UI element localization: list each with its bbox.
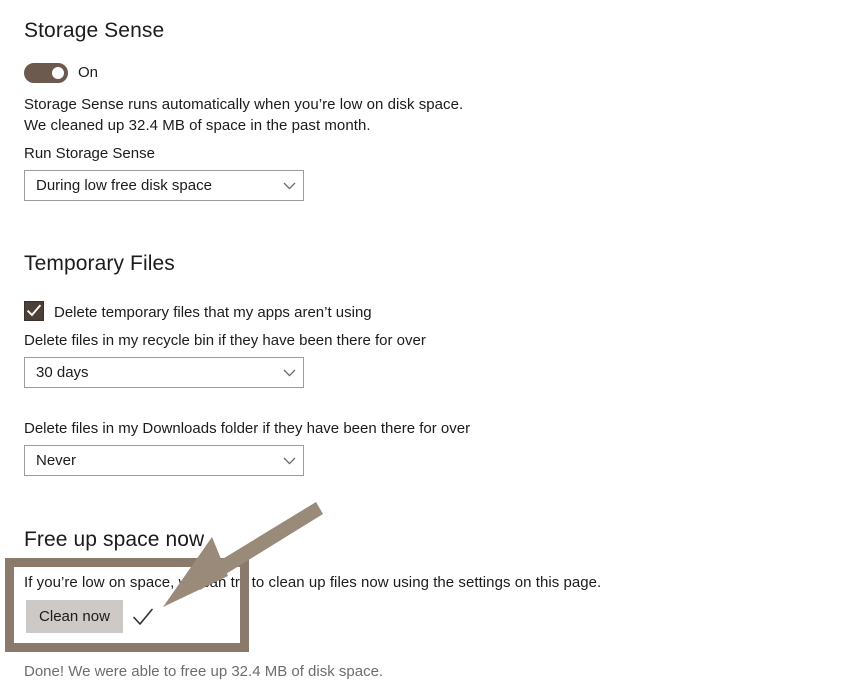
run-storage-sense-dropdown-value: During low free disk space bbox=[36, 177, 212, 194]
free-up-space-description: If you’re low on space, we can try to cl… bbox=[24, 574, 602, 591]
temporary-files-heading: Temporary Files bbox=[24, 252, 175, 275]
storage-sense-toggle[interactable] bbox=[24, 63, 68, 83]
check-icon bbox=[131, 605, 155, 629]
recycle-bin-dropdown[interactable]: 30 days bbox=[24, 357, 304, 388]
run-storage-sense-dropdown[interactable]: During low free disk space bbox=[24, 170, 304, 201]
downloads-folder-dropdown[interactable]: Never bbox=[24, 445, 304, 476]
storage-sense-description-line-2: We cleaned up 32.4 MB of space in the pa… bbox=[24, 117, 371, 134]
downloads-folder-label: Delete files in my Downloads folder if t… bbox=[24, 420, 471, 437]
run-storage-sense-label: Run Storage Sense bbox=[24, 145, 155, 162]
delete-temp-files-checkbox[interactable] bbox=[24, 301, 44, 321]
recycle-bin-label: Delete files in my recycle bin if they h… bbox=[24, 332, 426, 349]
storage-sense-heading: Storage Sense bbox=[24, 19, 165, 42]
recycle-bin-dropdown-value: 30 days bbox=[36, 364, 89, 381]
clean-now-button[interactable]: Clean now bbox=[26, 600, 123, 633]
chevron-down-icon bbox=[275, 457, 303, 465]
storage-sense-toggle-label: On bbox=[78, 64, 99, 81]
annotation-arrow-icon bbox=[163, 502, 323, 607]
delete-temp-files-label: Delete temporary files that my apps aren… bbox=[54, 304, 372, 321]
downloads-folder-dropdown-value: Never bbox=[36, 452, 77, 469]
chevron-down-icon bbox=[275, 182, 303, 190]
settings-storage-page: Storage Sense On Storage Sense runs auto… bbox=[0, 0, 859, 684]
free-up-space-heading: Free up space now bbox=[24, 528, 205, 551]
toggle-knob bbox=[52, 67, 64, 79]
free-up-space-status-text: Done! We were able to free up 32.4 MB of… bbox=[24, 663, 384, 680]
storage-sense-description-line-1: Storage Sense runs automatically when yo… bbox=[24, 96, 464, 113]
chevron-down-icon bbox=[275, 369, 303, 377]
